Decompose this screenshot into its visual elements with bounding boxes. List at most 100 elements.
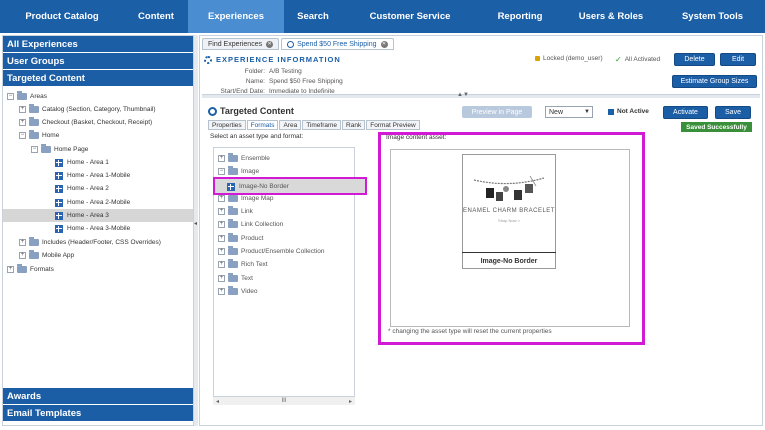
folder-icon bbox=[29, 250, 39, 259]
save-button[interactable]: Save bbox=[715, 106, 751, 119]
tree-item-home-page[interactable]: − Home Page bbox=[3, 143, 193, 156]
preview-caption: Image content asset: bbox=[386, 134, 447, 141]
expand-icon[interactable]: + bbox=[19, 252, 26, 259]
expand-icon[interactable]: + bbox=[19, 106, 26, 113]
nav-users-roles[interactable]: Users & Roles bbox=[562, 0, 660, 33]
tree-item-catalog[interactable]: + Catalog (Section, Category, Thumbnail) bbox=[3, 103, 193, 116]
tree-item-home-area-3[interactable]: Home - Area 3 bbox=[3, 209, 193, 222]
subtab-timeframe[interactable]: Timeframe bbox=[302, 120, 342, 130]
tab-spend-50[interactable]: Spend $50 Free Shipping ✕ bbox=[281, 38, 394, 50]
delete-button[interactable]: Delete bbox=[674, 53, 715, 66]
tree-item-formats[interactable]: + Formats bbox=[3, 263, 193, 276]
close-icon[interactable]: ✕ bbox=[380, 40, 388, 48]
preview-in-page-button[interactable]: Preview in Page bbox=[462, 106, 532, 118]
collapse-handle-icon[interactable]: ▲▼ bbox=[457, 92, 469, 98]
panel-splitter[interactable]: ◂ bbox=[194, 35, 198, 426]
tree-item-areas[interactable]: − Areas bbox=[3, 90, 193, 103]
scroll-left-icon[interactable]: ◂ bbox=[216, 398, 219, 405]
expand-icon[interactable]: + bbox=[218, 208, 225, 215]
folder-icon bbox=[228, 246, 238, 255]
expand-icon[interactable]: + bbox=[218, 195, 225, 202]
folder-icon bbox=[17, 264, 27, 273]
tree-item-home-area-3-mobile[interactable]: Home - Area 3-Mobile bbox=[3, 222, 193, 235]
tree-item-home-area-1-mobile[interactable]: Home - Area 1-Mobile bbox=[3, 169, 193, 182]
asset-rich-text[interactable]: + Rich Text bbox=[218, 258, 268, 271]
status-select[interactable]: New ▼ bbox=[545, 106, 593, 118]
asset-link[interactable]: + Link bbox=[218, 205, 253, 218]
expand-icon[interactable]: + bbox=[218, 275, 225, 282]
asset-ensemble[interactable]: + Ensemble bbox=[218, 152, 270, 165]
expand-icon[interactable]: + bbox=[19, 239, 26, 246]
section-divider[interactable]: ▲▼ bbox=[202, 92, 760, 98]
tree-item-checkout[interactable]: + Checkout (Basket, Checkout, Receipt) bbox=[3, 116, 193, 129]
nav-content[interactable]: Content bbox=[124, 0, 188, 33]
edit-button[interactable]: Edit bbox=[720, 53, 756, 66]
folder-icon bbox=[228, 206, 238, 215]
tree-item-mobile-app[interactable]: + Mobile App bbox=[3, 249, 193, 262]
nav-product-catalog[interactable]: Product Catalog bbox=[0, 0, 124, 33]
expand-icon[interactable]: + bbox=[218, 288, 225, 295]
nav-reporting[interactable]: Reporting bbox=[478, 0, 562, 33]
folder-icon bbox=[29, 130, 39, 139]
horizontal-scrollbar[interactable]: ◂ III ▸ bbox=[213, 396, 355, 405]
email-templates-header[interactable]: Email Templates bbox=[3, 405, 193, 422]
thumbnail-caption: Image-No Border bbox=[462, 252, 556, 269]
tree-item-home-area-2-mobile[interactable]: Home - Area 2-Mobile bbox=[3, 196, 193, 209]
right-panel: Find Experiences ✕ Spend $50 Free Shippi… bbox=[199, 35, 763, 426]
subtab-area[interactable]: Area bbox=[279, 120, 302, 130]
asset-image-no-border[interactable]: Image-No Border bbox=[213, 177, 367, 195]
asset-product[interactable]: + Product bbox=[218, 232, 263, 245]
expand-icon[interactable]: + bbox=[7, 266, 14, 273]
expand-icon[interactable]: + bbox=[19, 119, 26, 126]
nav-customer-service[interactable]: Customer Service bbox=[342, 0, 478, 33]
folder-icon bbox=[228, 233, 238, 242]
tree-item-home-area-1[interactable]: Home - Area 1 bbox=[3, 156, 193, 169]
experience-info-title: EXPERIENCE INFORMATION bbox=[204, 55, 341, 64]
nav-system-tools[interactable]: System Tools bbox=[660, 0, 765, 33]
scroll-right-icon[interactable]: ▸ bbox=[349, 398, 352, 405]
asset-text[interactable]: + Text bbox=[218, 272, 253, 285]
collapse-icon[interactable]: − bbox=[218, 168, 225, 175]
expand-icon[interactable]: + bbox=[218, 248, 225, 255]
folder-icon bbox=[41, 144, 51, 153]
asset-prompt: Select an asset type and format: bbox=[210, 133, 304, 140]
all-experiences-header[interactable]: All Experiences bbox=[3, 36, 193, 53]
close-icon[interactable]: ✕ bbox=[266, 40, 274, 48]
tree-item-home-area-2[interactable]: Home - Area 2 bbox=[3, 182, 193, 195]
expand-icon[interactable]: + bbox=[218, 235, 225, 242]
nav-experiences[interactable]: Experiences bbox=[188, 0, 284, 33]
area-icon bbox=[55, 198, 63, 207]
experience-icon bbox=[287, 40, 295, 48]
folder-icon bbox=[29, 104, 39, 113]
subtab-properties[interactable]: Properties bbox=[208, 120, 246, 130]
gear-icon bbox=[204, 55, 212, 64]
area-icon bbox=[55, 158, 63, 167]
scroll-thumb[interactable]: III bbox=[281, 398, 286, 404]
awards-header[interactable]: Awards bbox=[3, 388, 193, 405]
tree-item-home[interactable]: − Home bbox=[3, 129, 193, 142]
subtab-formats[interactable]: Formats bbox=[246, 120, 279, 130]
asset-video[interactable]: + Video bbox=[218, 285, 258, 298]
activate-button[interactable]: Activate bbox=[663, 106, 708, 119]
expand-icon[interactable]: + bbox=[218, 221, 225, 228]
collapse-arrow-icon[interactable]: ◂ bbox=[194, 220, 197, 227]
folder-icon bbox=[228, 273, 238, 282]
estimate-group-sizes-button[interactable]: Estimate Group Sizes bbox=[672, 75, 757, 88]
nav-search[interactable]: Search bbox=[284, 0, 342, 33]
not-active-status: Not Active bbox=[608, 108, 649, 115]
asset-product-ensemble-collection[interactable]: + Product/Ensemble Collection bbox=[218, 245, 324, 258]
asset-link-collection[interactable]: + Link Collection bbox=[218, 218, 283, 231]
tree-item-includes[interactable]: + Includes (Header/Footer, CSS Overrides… bbox=[3, 236, 193, 249]
locked-status: Locked (demo_user) bbox=[535, 55, 603, 62]
expand-icon[interactable]: + bbox=[218, 155, 225, 162]
targeted-content-header[interactable]: Targeted Content bbox=[3, 70, 193, 87]
expand-icon[interactable]: + bbox=[218, 261, 225, 268]
tab-find-experiences[interactable]: Find Experiences ✕ bbox=[202, 38, 280, 50]
area-icon bbox=[55, 184, 63, 193]
subtab-format-preview[interactable]: Format Preview bbox=[366, 120, 420, 130]
collapse-icon[interactable]: − bbox=[19, 132, 26, 139]
user-groups-header[interactable]: User Groups bbox=[3, 53, 193, 70]
subtab-rank[interactable]: Rank bbox=[342, 120, 366, 130]
collapse-icon[interactable]: − bbox=[31, 146, 38, 153]
collapse-icon[interactable]: − bbox=[7, 93, 14, 100]
